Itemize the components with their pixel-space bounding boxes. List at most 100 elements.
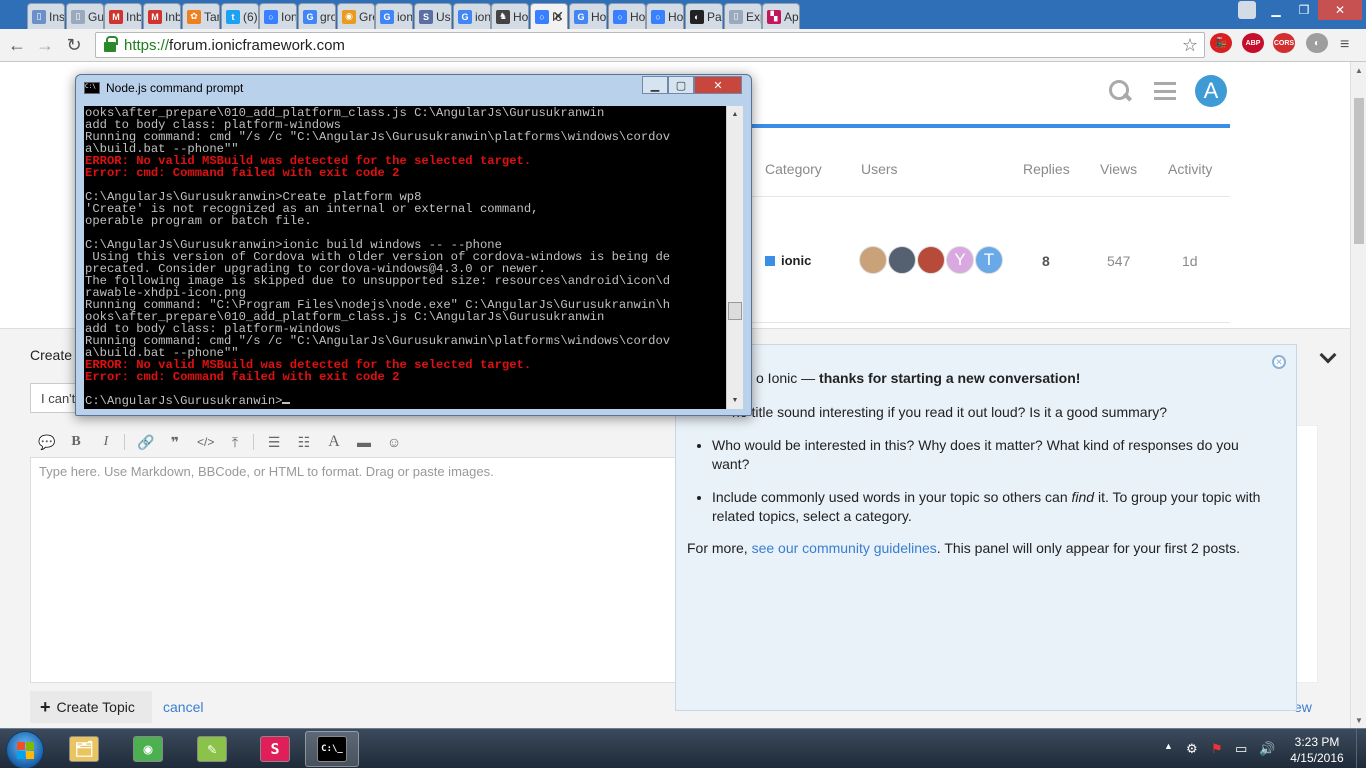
window-close-button[interactable]: ✕ [1318,0,1362,20]
reload-icon[interactable]: ↻ [63,34,85,56]
railway-ext-icon[interactable]: 🚂 [1210,33,1232,53]
browser-tab[interactable]: t(6) T [221,3,259,29]
bold-icon[interactable]: B [68,434,84,450]
scroll-down-arrow-icon[interactable]: ▼ [1351,712,1366,728]
hamburger-menu-icon[interactable] [1154,82,1176,100]
column-header-views[interactable]: Views [1100,161,1137,177]
console-error-line: Error: cmd: Command failed with exit cod… [85,370,400,384]
bullet-list-icon[interactable]: ☰ [266,434,282,451]
adblock-plus-icon[interactable]: ABP [1242,33,1264,53]
browser-tab[interactable]: Gionic [375,3,413,29]
chrome-menu-icon[interactable]: ≡ [1340,36,1349,54]
browser-tab[interactable]: ✿Tam [182,3,220,29]
column-header-activity[interactable]: Activity [1168,161,1212,177]
bookmark-star-icon[interactable]: ☆ [1182,35,1198,56]
topic-activity[interactable]: 1d [1182,253,1198,269]
taskbar-chrome[interactable]: ◉ [121,731,175,767]
maximize-button[interactable]: ❐ [1290,0,1318,20]
close-icon[interactable]: ✕ [1272,355,1286,369]
browser-tab[interactable]: ◉Grol [337,3,375,29]
console-scrollbar-thumb[interactable] [728,302,742,320]
tray-expand-icon[interactable]: ▲ [1164,741,1173,751]
browser-tab[interactable]: SUsin [414,3,452,29]
code-icon[interactable]: </> [197,435,214,449]
minimize-button[interactable]: ▁ [1262,0,1290,20]
browser-tab[interactable]: ○Ioni [259,3,297,29]
emoji-icon[interactable]: ☺ [386,434,402,450]
poster-avatar[interactable] [917,246,945,274]
topic-category[interactable]: ionic [765,253,811,268]
browser-tab[interactable]: MInbo [104,3,142,29]
italic-icon[interactable]: I [98,434,114,450]
browser-tab[interactable]: ▯Insp [27,3,65,29]
browser-tab[interactable]: MInbo [143,3,181,29]
browser-tab[interactable]: Ggrof [298,3,336,29]
poster-avatar[interactable]: Y [946,246,974,274]
cmd-minimize-button[interactable]: ▁ [642,76,668,94]
collapse-chevron-icon[interactable] [1319,346,1337,364]
blockquote-icon[interactable]: ❞ [167,434,183,451]
community-guidelines-link[interactable]: see our community guidelines [752,540,937,556]
scroll-up-arrow-icon[interactable]: ▲ [1351,62,1366,78]
create-topic-button[interactable]: + Create Topic [30,691,152,723]
browser-tab[interactable]: ♞How [491,3,529,29]
taskbar-explorer[interactable]: 🗂 [57,731,111,767]
volume-icon[interactable]: 🔊 [1259,741,1275,757]
horizontal-rule-icon[interactable]: ▬ [356,434,372,450]
console-scroll-down-icon[interactable]: ▼ [727,392,743,408]
column-header-replies[interactable]: Replies [1023,161,1070,177]
upload-icon[interactable]: ⤒ [227,434,243,451]
browser-tab[interactable]: GHow [569,3,607,29]
poster-avatar[interactable]: T [975,246,1003,274]
taskbar-cmd[interactable]: C:\_ [305,731,359,767]
link-icon[interactable]: 🔗 [137,434,154,451]
quote-bubble-icon[interactable]: 💬 [38,434,55,451]
new-tab-button[interactable] [1238,1,1256,19]
url-text[interactable]: https://forum.ionicframework.com [124,37,345,54]
browser-tab[interactable]: ▚Apa [762,3,800,29]
cmd-titlebar[interactable]: C:\ Node.js command prompt [84,81,243,95]
tab-close-icon[interactable]: ✕ [552,8,564,25]
user-avatar[interactable]: A [1195,75,1227,107]
browser-tab[interactable]: ○Hon [646,3,684,29]
network-error-icon[interactable]: ⚑ [1211,741,1223,757]
page-scrollbar[interactable]: ▲ ▼ [1350,62,1366,728]
show-desktop-button[interactable] [1356,729,1366,768]
cmd-maximize-button[interactable]: ▢ [668,76,694,94]
extension-grey-icon[interactable]: ◐ [1306,33,1328,53]
taskbar-notepadpp[interactable]: ✎ [185,731,239,767]
nodejs-command-prompt-window[interactable]: C:\ Node.js command prompt ▁ ▢ ✕ ooks\af… [75,74,752,416]
console-scroll-up-icon[interactable]: ▲ [727,106,743,122]
editor-placeholder: Type here. Use Markdown, BBCode, or HTML… [39,464,494,479]
start-button[interactable] [6,731,44,768]
cancel-link[interactable]: cancel [163,699,203,715]
browser-tab[interactable]: ○ Ic ✕ [530,3,568,29]
console-scrollbar[interactable]: ▲ ▼ [726,106,743,409]
browser-toolbar: ← → ↻ https://forum.ionicframework.com ☆ [0,29,1366,62]
cors-icon[interactable]: CORS [1273,33,1295,53]
console-prompt[interactable]: C:\AngularJs\Gurusukranwin> [85,395,725,407]
taskbar-slack[interactable]: S [248,731,302,767]
numbered-list-icon[interactable]: ☷ [296,434,312,451]
poster-avatar[interactable] [859,246,887,274]
search-icon[interactable] [1108,79,1132,103]
post-editor[interactable]: Type here. Use Markdown, BBCode, or HTML… [30,457,680,683]
notepadpp-icon: ✎ [197,736,227,762]
action-center-icon[interactable]: ▭ [1235,741,1247,757]
cmd-close-button[interactable]: ✕ [694,76,742,94]
heading-icon[interactable]: A [326,433,342,451]
tray-settings-icon[interactable]: ⚙ [1186,741,1198,757]
browser-tab[interactable]: ▯Guru [66,3,104,29]
forward-arrow-icon[interactable]: → [34,34,56,56]
poster-avatar[interactable] [888,246,916,274]
browser-tab[interactable]: Gionic [453,3,491,29]
taskbar-clock[interactable]: 3:23 PM 4/15/2016 [1282,734,1352,766]
console-output[interactable]: ooks\after_prepare\010_add_platform_clas… [84,106,726,409]
browser-tab[interactable]: ○Hon [608,3,646,29]
back-arrow-icon[interactable]: ← [6,34,28,56]
browser-tab[interactable]: ◐Page [685,3,723,29]
browser-tab[interactable]: ▯Expe [724,3,762,29]
address-bar[interactable]: https://forum.ionicframework.com ☆ [95,32,1205,58]
column-header-category[interactable]: Category [765,161,822,177]
scrollbar-thumb[interactable] [1354,98,1364,244]
